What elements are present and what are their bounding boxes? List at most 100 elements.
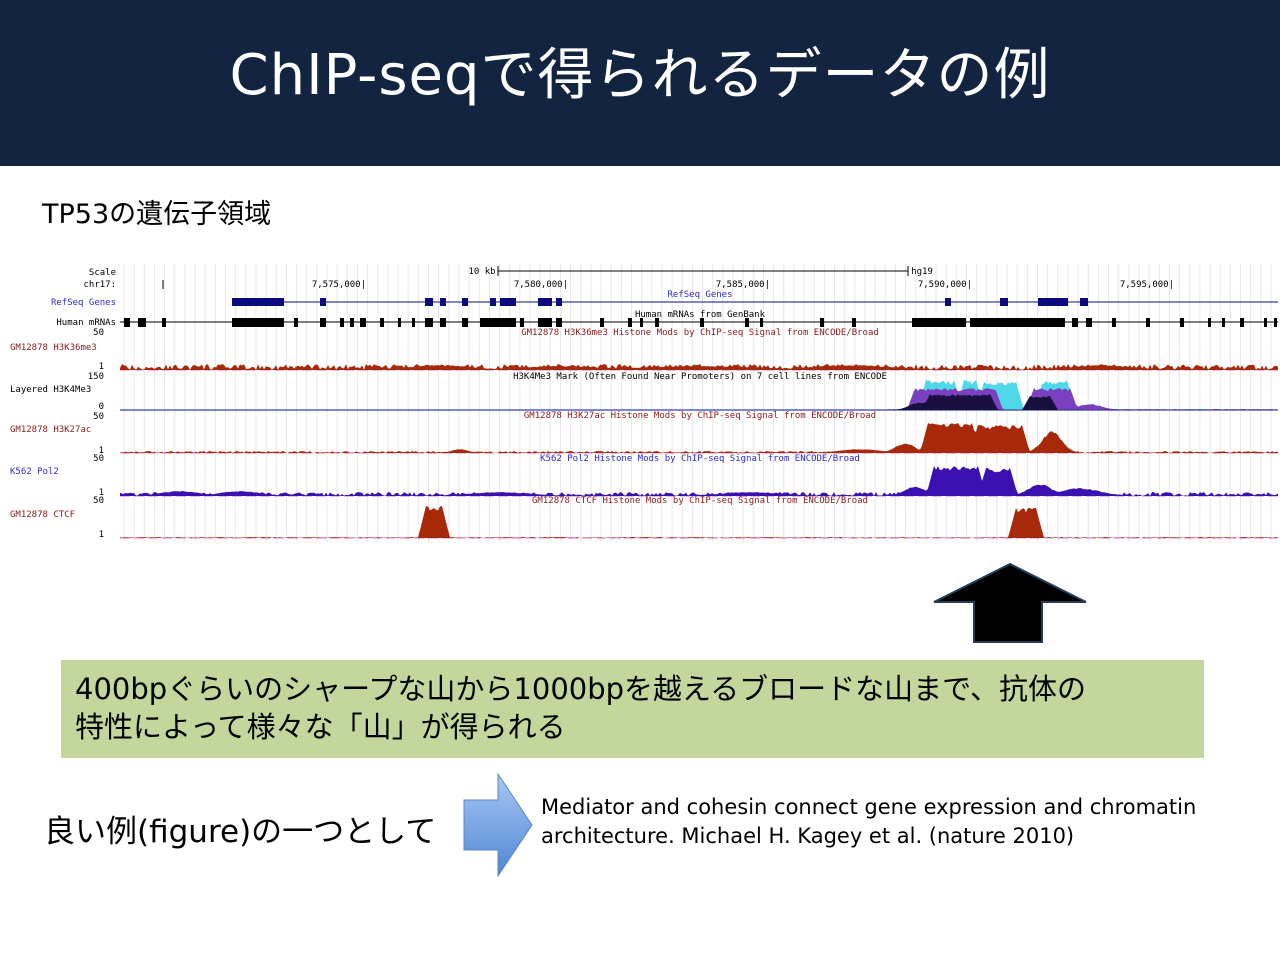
mrna-exon xyxy=(480,318,500,327)
scale-label: Scale xyxy=(89,268,116,278)
mrna-exon xyxy=(600,318,604,327)
mrna-exon xyxy=(412,318,415,327)
track3-max: 50 xyxy=(93,412,104,422)
refseq-exon xyxy=(1000,298,1008,306)
callout-line-2: 特性によって様々な「山」が得られる xyxy=(75,710,566,744)
refseq-exon xyxy=(490,298,496,306)
track2-signal-cyan xyxy=(120,380,1278,410)
refseq-track-label: RefSeq Genes xyxy=(51,298,116,308)
refseq-exon xyxy=(1038,298,1068,306)
position-label-5: 7,595,000| xyxy=(1120,280,1174,290)
track4-title: K562 Pol2 Histone Mods by ChIP-seq Signa… xyxy=(540,454,860,464)
track5-label: GM12878 CTCF xyxy=(10,510,75,520)
mrna-track-label: Human mRNAs xyxy=(56,318,116,328)
refseq-exon xyxy=(945,298,951,306)
track1-signal xyxy=(120,364,1278,370)
track2-label: Layered H3K4Me3 xyxy=(10,385,91,395)
mrna-exon xyxy=(1086,318,1092,327)
track1-max: 50 xyxy=(93,328,104,338)
mrna-exon xyxy=(520,318,524,327)
position-label-4: 7,590,000| xyxy=(918,280,972,290)
scale-bar-label: 10 kb xyxy=(468,267,495,277)
track2-signal-purple xyxy=(120,388,1278,410)
mrna-exon xyxy=(350,318,354,327)
genome-browser-svg: Scale chr17: 10 kb hg19 7,575,000| 7,580… xyxy=(10,264,1278,542)
mrna-exon xyxy=(1274,318,1277,327)
mrna-exon xyxy=(820,318,824,327)
citation: Mediator and cohesin connect gene expres… xyxy=(541,793,1241,851)
mrna-exon xyxy=(380,318,384,327)
arrow-right-icon xyxy=(463,772,533,878)
title-bar: ChIP-seqで得られるデータの例 xyxy=(0,0,1280,166)
mrna-exon xyxy=(1240,318,1244,327)
mrna-exon xyxy=(628,318,632,327)
mrna-exon xyxy=(1146,318,1150,327)
mrna-exon xyxy=(700,318,704,327)
mrna-exon xyxy=(500,318,516,327)
mrna-exon xyxy=(852,318,856,327)
refseq-track-title: RefSeq Genes xyxy=(667,290,732,300)
mrna-exon xyxy=(640,318,643,327)
mrna-exon xyxy=(538,318,552,327)
mrna-exon xyxy=(425,318,433,327)
mrna-exon xyxy=(340,318,344,327)
mrna-exon xyxy=(398,318,401,327)
callout-line-1: 400bpぐらいのシャープな山から1000bpを越えるブロードな山まで、抗体の xyxy=(75,672,1087,706)
track3-label: GM12878 H3K27ac xyxy=(10,425,91,435)
track2-max: 150 xyxy=(88,372,104,382)
track3-title: GM12878 H3K27ac Histone Mods by ChIP-seq… xyxy=(524,411,876,421)
position-label-3: 7,585,000| xyxy=(716,280,770,290)
mrna-exon xyxy=(462,318,468,327)
track4-label: K562 Pol2 xyxy=(10,467,59,477)
refseq-exon xyxy=(232,298,284,306)
track5-signal xyxy=(120,506,1278,538)
mrna-exon xyxy=(162,318,166,327)
arrow-up-icon xyxy=(933,562,1087,643)
track4-signal xyxy=(120,466,1278,496)
track3-signal xyxy=(120,423,1278,453)
track1-title: GM12878 H3K36me3 Histone Mods by ChIP-se… xyxy=(521,328,879,338)
mrna-exon xyxy=(1264,318,1267,327)
mrna-exon xyxy=(655,318,659,327)
track1-min: 1 xyxy=(99,362,104,372)
mrna-exon xyxy=(1072,318,1078,327)
mrna-exon xyxy=(138,318,146,327)
slide-subtitle: TP53の遺伝子領域 xyxy=(42,199,272,230)
mrna-exon xyxy=(1180,318,1184,327)
mrna-exon xyxy=(1222,318,1225,327)
track5-max: 50 xyxy=(93,496,104,506)
mrna-exon xyxy=(360,318,366,327)
citation-line-1: Mediator and cohesin connect gene expres… xyxy=(541,795,1197,819)
chr-label: chr17: xyxy=(83,280,116,290)
track5-min: 1 xyxy=(99,530,104,540)
refseq-exon xyxy=(440,298,446,306)
mrna-exon xyxy=(294,318,298,327)
example-label: 良い例(figure)の一つとして xyxy=(44,814,437,850)
mrna-exon xyxy=(760,318,763,327)
callout-box: 400bpぐらいのシャープな山から1000bpを越えるブロードな山まで、抗体の … xyxy=(61,660,1204,758)
refseq-exon xyxy=(538,298,552,306)
refseq-exon xyxy=(462,298,468,306)
assembly-label: hg19 xyxy=(911,267,933,277)
refseq-exon xyxy=(500,298,516,306)
mrna-exon xyxy=(440,318,446,327)
genome-browser-figure: Scale chr17: 10 kb hg19 7,575,000| 7,580… xyxy=(0,262,1280,544)
mrna-exon xyxy=(320,318,326,327)
mrna-exon xyxy=(124,318,130,327)
refseq-exon xyxy=(425,298,433,306)
track4-max: 50 xyxy=(93,454,104,464)
mrna-exon xyxy=(1112,318,1116,327)
mrna-exon xyxy=(745,318,749,327)
track1-label: GM12878 H3K36me3 xyxy=(10,343,97,353)
track2-min: 0 xyxy=(99,402,104,412)
mrna-exon xyxy=(970,318,1065,327)
position-label-1: 7,575,000| xyxy=(312,280,366,290)
position-label-2: 7,580,000| xyxy=(514,280,568,290)
mrna-exon xyxy=(912,318,966,327)
track2-title: H3K4Me3 Mark (Often Found Near Promoters… xyxy=(513,372,887,382)
refseq-exon xyxy=(1080,298,1088,306)
mrna-exon xyxy=(1208,318,1211,327)
refseq-exon xyxy=(320,298,326,306)
track5-title: GM12878 CTCF Histone Mods by ChIP-seq Si… xyxy=(532,496,868,506)
slide-title: ChIP-seqで得られるデータの例 xyxy=(229,43,1051,108)
